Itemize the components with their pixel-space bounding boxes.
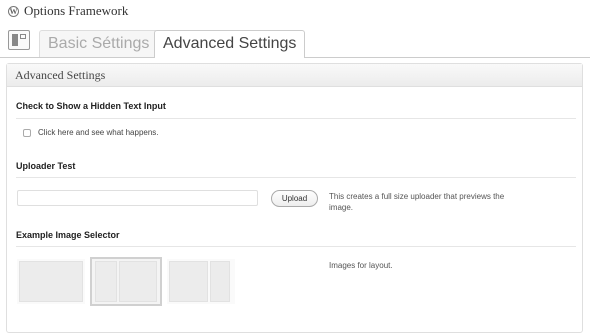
show-hidden-text-checkbox[interactable] bbox=[23, 129, 31, 137]
uploader-description-line1: This creates a full size uploader that p… bbox=[329, 192, 505, 201]
image-selector-heading: Example Image Selector bbox=[16, 230, 120, 240]
uploader-heading: Uploader Test bbox=[16, 161, 76, 171]
page-title: Options Framework bbox=[24, 3, 129, 18]
layout-option-one-column[interactable] bbox=[17, 259, 85, 304]
page-header: W Options Framework bbox=[8, 2, 128, 20]
tab-advanced-settings[interactable]: Advanced Settings bbox=[154, 30, 306, 58]
layout-column bbox=[169, 261, 208, 302]
image-selector-description: Images for layout. bbox=[329, 261, 393, 270]
upload-url-input[interactable] bbox=[17, 190, 258, 206]
wordpress-logo-icon: W bbox=[8, 5, 19, 17]
layout-column bbox=[210, 261, 230, 302]
upload-button[interactable]: Upload bbox=[271, 190, 318, 207]
tab-basic-settings[interactable]: Basic Séttings bbox=[39, 30, 159, 57]
layout-column bbox=[119, 261, 157, 302]
uploader-description: This creates a full size uploader that p… bbox=[329, 191, 504, 213]
tabs-bar: Basic Séttings Advanced Settings bbox=[0, 27, 590, 58]
layout-column bbox=[95, 261, 117, 302]
layout-column bbox=[19, 261, 83, 302]
checkbox-label[interactable]: Click here and see what happens. bbox=[38, 128, 159, 137]
divider bbox=[16, 177, 576, 178]
options-layout-icon bbox=[8, 30, 30, 50]
hidden-text-heading: Check to Show a Hidden Text Input bbox=[16, 101, 166, 111]
panel-title: Advanced Settings bbox=[7, 64, 582, 87]
advanced-settings-panel: Advanced Settings Check to Show a Hidden… bbox=[6, 63, 583, 333]
uploader-description-line2: image. bbox=[329, 203, 354, 212]
layout-option-two-columns[interactable] bbox=[90, 257, 162, 306]
layout-option-three-columns[interactable] bbox=[167, 259, 235, 304]
divider bbox=[16, 246, 576, 247]
divider bbox=[16, 118, 576, 119]
